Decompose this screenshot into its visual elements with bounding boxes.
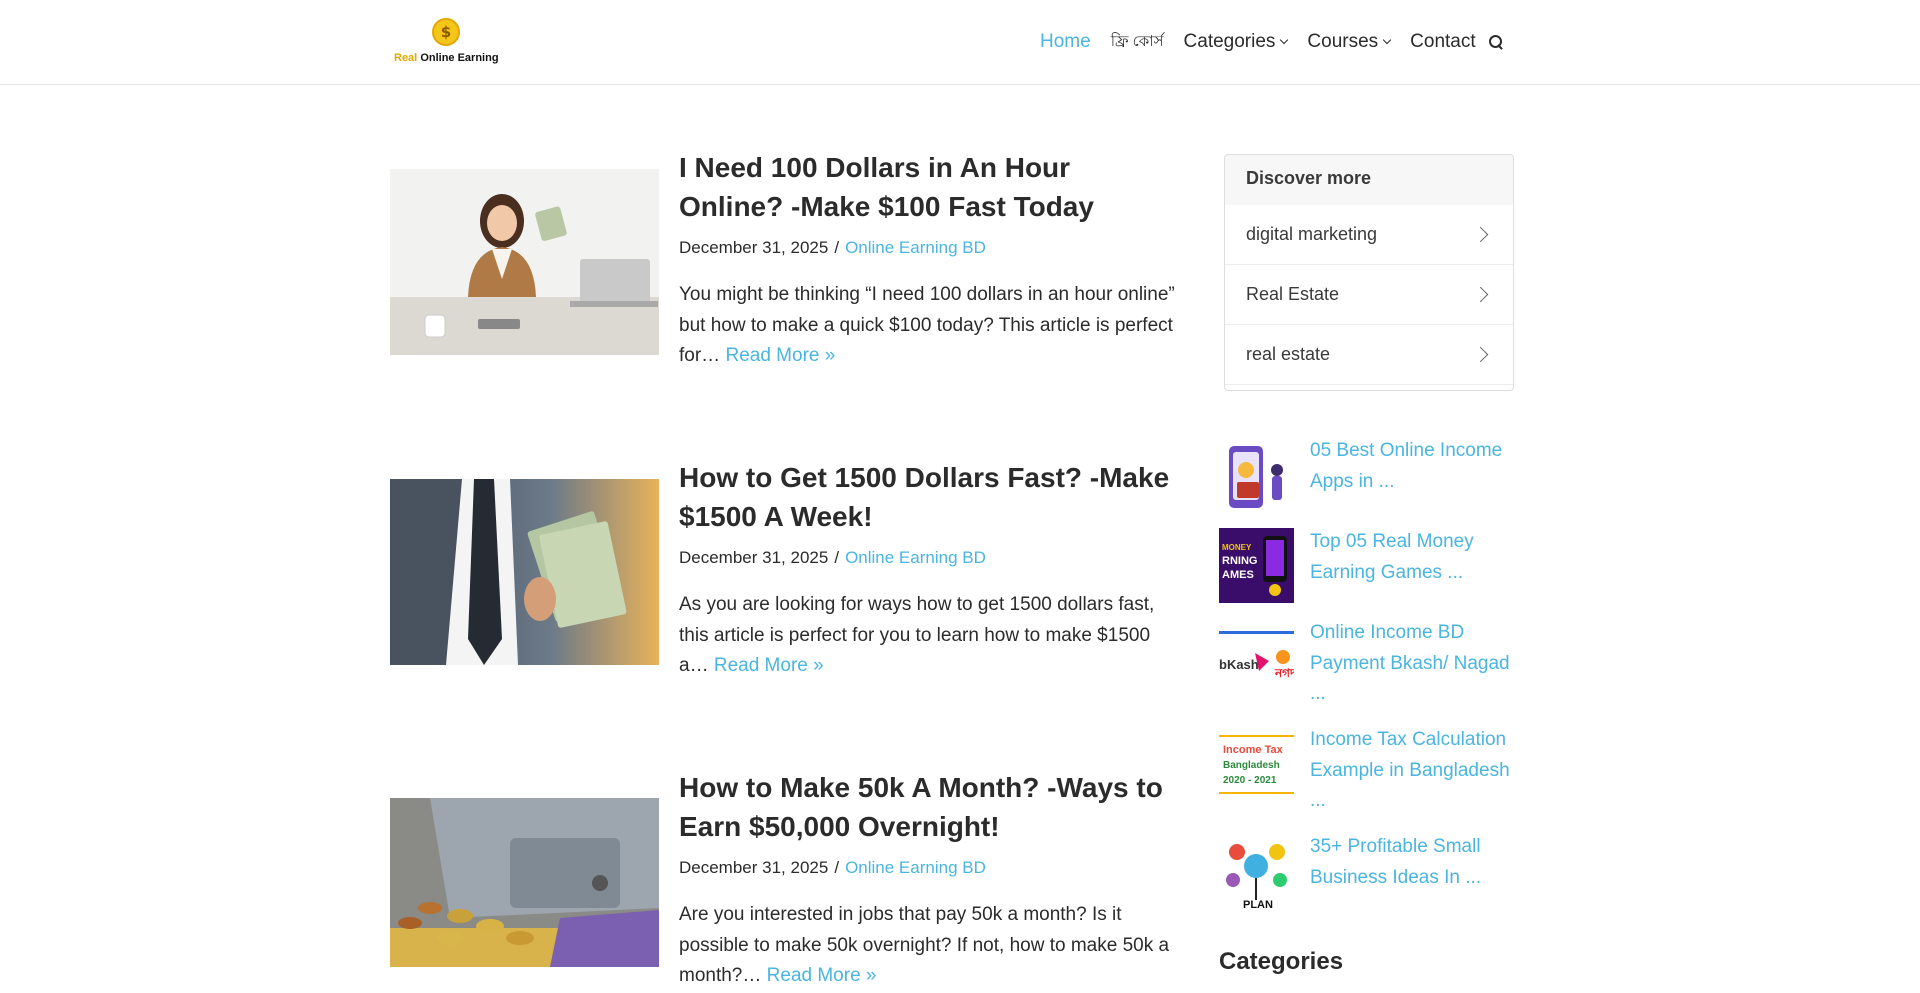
- post-date: December 31, 2025: [679, 548, 829, 567]
- categories-widget-heading: Categories: [1219, 948, 1344, 975]
- chevron-right-icon: [1472, 286, 1489, 303]
- site-logo[interactable]: $ Real Online Earning: [393, 16, 513, 68]
- recent-post-thumbnail[interactable]: Income Tax Bangladesh 2020 - 2021: [1219, 733, 1294, 808]
- post-body: I Need 100 Dollars in An Hour Online? -M…: [679, 148, 1179, 372]
- recent-post-link[interactable]: 05 Best Online Income Apps in ...: [1310, 436, 1525, 497]
- nav-categories[interactable]: Categories: [1183, 31, 1289, 53]
- discover-item[interactable]: digital marketing: [1225, 205, 1513, 265]
- thumb-caption: নগদ: [1274, 666, 1294, 680]
- logo-name: Online Earning: [420, 52, 499, 64]
- main-nav: Home ফ্রি কোর্স Categories Courses Conta…: [1040, 30, 1504, 54]
- post-thumbnail[interactable]: [390, 798, 659, 967]
- thumb-caption: MONEY: [1222, 543, 1252, 552]
- thumb-caption: RNING: [1222, 555, 1257, 567]
- thumb-caption: bKash: [1219, 657, 1259, 672]
- money-games-thumbnail: MONEY RNING AMES: [1219, 528, 1294, 603]
- post-category-link[interactable]: Online Earning BD: [845, 858, 986, 877]
- discover-heading: Discover more: [1225, 155, 1513, 205]
- income-apps-thumbnail: [1219, 440, 1294, 515]
- post-thumbnail[interactable]: [390, 479, 659, 665]
- post-category-link[interactable]: Online Earning BD: [845, 238, 986, 257]
- post-body: How to Get 1500 Dollars Fast? -Make $150…: [679, 458, 1179, 682]
- post-excerpt: As you are looking for ways how to get 1…: [679, 590, 1179, 682]
- nav-contact[interactable]: Contact: [1410, 31, 1475, 53]
- post-excerpt: Are you interested in jobs that pay 50k …: [679, 900, 1179, 992]
- bkash-nagad-thumbnail: bKash নগদ: [1219, 627, 1294, 702]
- suit-with-cash-image: [390, 479, 659, 665]
- cash-box-coins-image: [390, 798, 659, 967]
- post-meta: December 31, 2025 / Online Earning BD: [679, 238, 1179, 258]
- logo-text: Real Online Earning: [394, 52, 499, 64]
- recent-post-link[interactable]: Top 05 Real Money Earning Games ...: [1310, 527, 1525, 588]
- recent-post-thumbnail[interactable]: PLAN: [1219, 838, 1294, 913]
- discover-item-label: digital marketing: [1246, 224, 1378, 244]
- read-more-link[interactable]: Read More »: [767, 965, 877, 986]
- discover-item-label: real estate: [1246, 344, 1331, 364]
- recent-post-thumbnail[interactable]: [1219, 440, 1294, 515]
- site-header: $ Real Online Earning Home ফ্রি কোর্স Ca…: [0, 0, 1920, 85]
- search-icon[interactable]: [1488, 34, 1504, 50]
- post-meta: December 31, 2025 / Online Earning BD: [679, 548, 1179, 568]
- chevron-right-icon: [1472, 346, 1489, 363]
- recent-post-link[interactable]: 35+ Profitable Small Business Ideas In .…: [1310, 832, 1525, 893]
- read-more-link[interactable]: Read More »: [725, 345, 835, 366]
- recent-post-link[interactable]: Income Tax Calculation Example in Bangla…: [1310, 725, 1525, 817]
- post-date: December 31, 2025: [679, 238, 829, 257]
- post-title[interactable]: How to Make 50k A Month? -Ways to Earn $…: [679, 768, 1179, 846]
- discover-item-label: Real Estate: [1246, 284, 1340, 304]
- post-excerpt-text: Are you interested in jobs that pay 50k …: [679, 904, 1170, 986]
- meta-separator: /: [834, 858, 840, 877]
- coin-logo-icon: $: [432, 18, 460, 46]
- chevron-down-icon: [1280, 35, 1289, 45]
- post-date: December 31, 2025: [679, 858, 829, 877]
- post-title[interactable]: I Need 100 Dollars in An Hour Online? -M…: [679, 148, 1179, 226]
- discover-item[interactable]: real estate: [1225, 325, 1513, 385]
- post-thumbnail[interactable]: [390, 169, 659, 355]
- thumb-caption: Income Tax: [1223, 744, 1284, 756]
- thumb-caption: PLAN: [1243, 899, 1273, 911]
- post-excerpt: You might be thinking “I need 100 dollar…: [679, 280, 1179, 372]
- chevron-right-icon: [1472, 226, 1489, 243]
- post-category-link[interactable]: Online Earning BD: [845, 548, 986, 567]
- thumb-caption: AMES: [1222, 569, 1254, 581]
- thumb-caption: Bangladesh: [1223, 760, 1280, 771]
- post-meta: December 31, 2025 / Online Earning BD: [679, 858, 1179, 878]
- recent-post-thumbnail[interactable]: MONEY RNING AMES: [1219, 528, 1294, 603]
- chevron-down-icon: [1382, 35, 1392, 45]
- meta-separator: /: [834, 238, 840, 257]
- nav-courses-label: Courses: [1307, 31, 1379, 52]
- logo-prefix: Real: [394, 52, 418, 64]
- business-ideas-thumbnail: PLAN: [1219, 838, 1294, 913]
- thumb-caption: 2020 - 2021: [1223, 775, 1277, 786]
- nav-categories-label: Categories: [1183, 31, 1276, 52]
- discover-more-box: Discover more digital marketing Real Est…: [1224, 154, 1514, 391]
- recent-post-thumbnail[interactable]: bKash নগদ: [1219, 627, 1294, 702]
- read-more-link[interactable]: Read More »: [714, 655, 824, 676]
- post-body: How to Make 50k A Month? -Ways to Earn $…: [679, 768, 1179, 992]
- meta-separator: /: [834, 548, 840, 567]
- woman-with-money-image: [390, 169, 659, 355]
- nav-free-course[interactable]: ফ্রি কোর্স: [1111, 30, 1164, 55]
- income-tax-thumbnail: Income Tax Bangladesh 2020 - 2021: [1219, 733, 1294, 808]
- recent-post-link[interactable]: Online Income BD Payment Bkash/ Nagad ..…: [1310, 618, 1525, 710]
- nav-courses[interactable]: Courses: [1307, 31, 1392, 53]
- discover-item[interactable]: Real Estate: [1225, 265, 1513, 325]
- nav-home[interactable]: Home: [1040, 31, 1091, 53]
- post-title[interactable]: How to Get 1500 Dollars Fast? -Make $150…: [679, 458, 1179, 536]
